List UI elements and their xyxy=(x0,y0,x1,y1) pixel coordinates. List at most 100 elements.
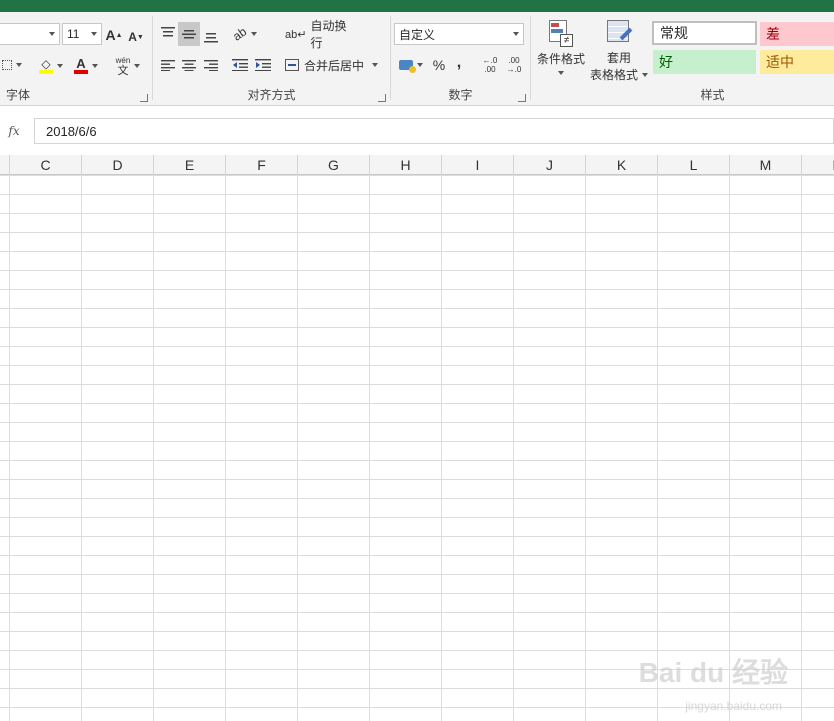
shrink-font-label: A xyxy=(128,30,137,44)
formula-value: 2018/6/6 xyxy=(46,123,97,139)
gridline xyxy=(513,175,514,721)
decrease-decimal-button[interactable]: .00 →.0 xyxy=(503,54,525,76)
font-size-value: 11 xyxy=(67,27,80,41)
number-dialog-launcher[interactable] xyxy=(518,94,526,102)
watermark-url: jingyan.baidu.com xyxy=(685,699,782,713)
accounting-format-button[interactable] xyxy=(395,56,427,74)
grow-font-button[interactable]: A ▲ xyxy=(105,26,123,44)
wrap-text-button[interactable]: ab↵ 自动换行 xyxy=(285,19,357,50)
increase-indent-button[interactable] xyxy=(252,56,274,74)
top-align-button[interactable] xyxy=(157,22,179,44)
gridline xyxy=(225,175,226,721)
alignment-group: ab ab↵ 自动换行 合并后居中 对齐方式 xyxy=(153,12,390,106)
align-center-button[interactable] xyxy=(178,56,200,74)
format-table-label-2: 表格格式 xyxy=(589,68,638,82)
font-dialog-launcher[interactable] xyxy=(140,94,148,102)
column-header-b[interactable] xyxy=(0,155,10,175)
increase-indent-icon xyxy=(255,59,271,71)
font-color-button[interactable]: A xyxy=(70,56,102,76)
gridline xyxy=(657,175,658,721)
column-header-c[interactable]: C xyxy=(10,155,82,175)
conditional-format-button[interactable]: ≠ 条件格式 xyxy=(533,16,589,86)
font-color-icon: A xyxy=(74,57,88,74)
gridline xyxy=(729,175,730,721)
cell-grid[interactable] xyxy=(0,175,834,721)
align-left-button[interactable] xyxy=(157,56,179,74)
conditional-format-label: 条件格式 xyxy=(536,52,585,66)
title-bar xyxy=(0,0,834,12)
border-button[interactable] xyxy=(0,56,24,74)
formula-input[interactable]: 2018/6/6 xyxy=(34,118,834,144)
formula-bar: fx 2018/6/6 xyxy=(0,117,834,145)
column-header-l[interactable]: L xyxy=(658,155,730,175)
align-left-icon xyxy=(161,60,175,71)
font-size-combo[interactable]: 11 xyxy=(62,23,102,45)
fx-icon: fx xyxy=(8,124,20,138)
decrease-indent-button[interactable] xyxy=(229,56,251,74)
wrap-text-icon: ab↵ xyxy=(285,28,307,41)
fill-color-button[interactable]: ◇ xyxy=(36,56,66,76)
column-header-d[interactable]: D xyxy=(82,155,154,175)
column-header-n[interactable]: N xyxy=(802,155,834,175)
orientation-button[interactable]: ab xyxy=(229,24,261,44)
increase-decimal-button[interactable]: ←.0 .00 xyxy=(479,54,501,76)
alignment-group-label: 对齐方式 xyxy=(247,88,296,102)
gridline xyxy=(801,175,802,721)
column-header-i[interactable]: I xyxy=(442,155,514,175)
comma-style-button[interactable]: , xyxy=(451,54,467,72)
column-header-k[interactable]: K xyxy=(586,155,658,175)
insert-function-button[interactable]: fx xyxy=(0,117,28,145)
merge-center-button[interactable]: 合并后居中 xyxy=(285,55,385,75)
style-neutral[interactable]: 适中 xyxy=(760,50,834,74)
number-group: 自定义 % , ←.0 .00 .00 →.0 数字 xyxy=(391,12,530,106)
column-header-g[interactable]: G xyxy=(298,155,370,175)
alignment-dialog-launcher[interactable] xyxy=(378,94,386,102)
conditional-format-icon: ≠ xyxy=(547,18,575,48)
percent-style-button[interactable]: % xyxy=(429,56,449,74)
align-middle-icon xyxy=(182,30,196,39)
format-as-table-button[interactable]: 套用 表格格式 xyxy=(587,16,651,92)
gridline xyxy=(153,175,154,721)
align-center-icon xyxy=(182,60,196,71)
format-table-label-1: 套用 xyxy=(606,51,631,65)
column-header-e[interactable]: E xyxy=(154,155,226,175)
phonetic-icon: wén 文 xyxy=(115,56,131,77)
align-right-button[interactable] xyxy=(200,56,222,74)
gridline xyxy=(441,175,442,721)
merge-center-icon xyxy=(285,59,299,71)
font-group-label: 字体 xyxy=(6,88,31,102)
column-header-j[interactable]: J xyxy=(514,155,586,175)
style-normal[interactable]: 常规 xyxy=(652,21,757,45)
merge-center-label: 合并后居中 xyxy=(304,58,365,73)
orientation-icon: ab xyxy=(230,24,250,44)
column-header-m[interactable]: M xyxy=(730,155,802,175)
column-header-row: CDEFGHIJKLMN xyxy=(0,155,834,175)
fill-bucket-icon: ◇ xyxy=(39,58,53,74)
comma-label: , xyxy=(456,54,462,71)
font-group: 11 A ▲ A ▼ ◇ A wén 文 字体 xyxy=(0,12,152,106)
align-top-icon xyxy=(161,27,175,37)
wrap-text-label: 自动换行 xyxy=(310,19,347,50)
percent-label: % xyxy=(432,57,446,73)
gridline xyxy=(585,175,586,721)
font-name-combo[interactable] xyxy=(0,23,60,45)
style-good[interactable]: 好 xyxy=(653,50,756,74)
phonetic-button[interactable]: wén 文 xyxy=(112,54,144,78)
gridline xyxy=(369,175,370,721)
middle-align-button[interactable] xyxy=(178,22,200,46)
column-header-f[interactable]: F xyxy=(226,155,298,175)
number-format-value: 自定义 xyxy=(399,27,436,42)
style-bad[interactable]: 差 xyxy=(760,22,834,46)
column-header-h[interactable]: H xyxy=(370,155,442,175)
number-format-combo[interactable]: 自定义 xyxy=(394,23,524,45)
decrease-decimal-icon: .00 →.0 xyxy=(506,56,522,74)
styles-group: ≠ 条件格式 套用 表格格式 常规 差 好 适中 样式 xyxy=(531,12,834,106)
bottom-align-button[interactable] xyxy=(200,26,222,48)
format-table-icon xyxy=(605,18,633,48)
currency-icon xyxy=(399,60,416,73)
gridline xyxy=(297,175,298,721)
align-right-icon xyxy=(204,60,218,71)
shrink-font-button[interactable]: A ▼ xyxy=(127,28,145,46)
styles-group-label: 样式 xyxy=(700,88,725,102)
number-group-label: 数字 xyxy=(448,88,473,102)
